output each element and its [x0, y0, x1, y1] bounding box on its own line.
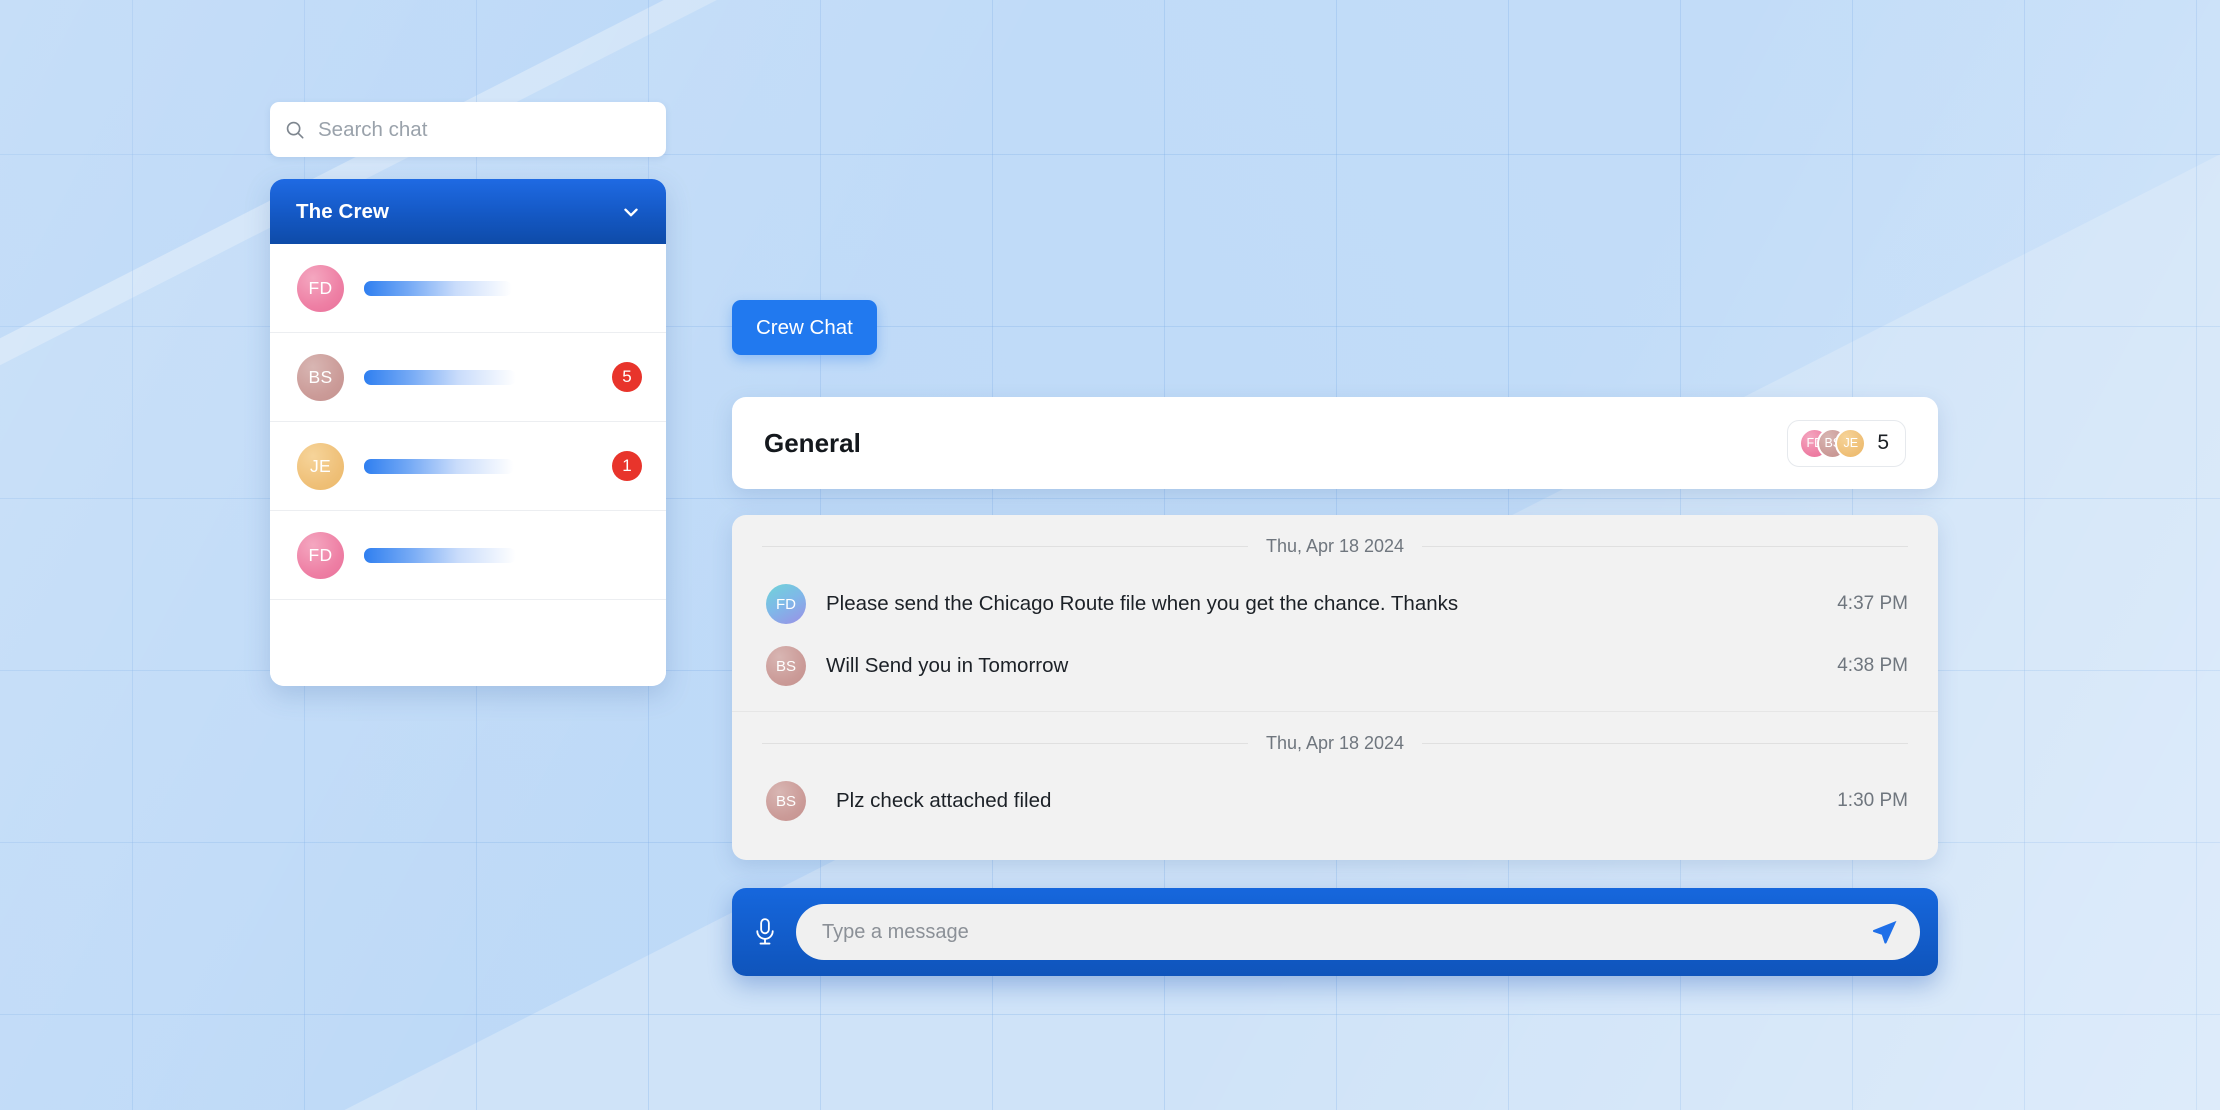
chat-preview-placeholder [364, 458, 514, 474]
message-input[interactable] [822, 920, 1870, 944]
unread-badge: 1 [612, 451, 642, 481]
chat-panel-title: The Crew [296, 199, 390, 223]
date-label: Thu, Apr 18 2024 [1265, 536, 1405, 556]
search-input[interactable] [318, 117, 652, 142]
unread-badge: 5 [612, 362, 642, 392]
message-row: BS Plz check attached filed 1:30 PM [732, 770, 1938, 832]
sidebar: The Crew FD BS 5 JE 1 FD [270, 102, 666, 686]
chat-list-empty-area [270, 600, 666, 686]
search-icon [286, 121, 304, 139]
chat-list: FD BS 5 JE 1 FD [270, 244, 666, 600]
message-timestamp: 1:30 PM [1837, 790, 1908, 811]
message-text: Plz check attached filed [836, 789, 1052, 812]
message-avatar: BS [766, 781, 806, 821]
avatar: FD [297, 264, 344, 312]
avatar-stack: FD BS JE [1799, 427, 1867, 459]
chevron-down-icon[interactable] [620, 201, 642, 223]
chat-preview-placeholder [364, 280, 512, 296]
member-pill[interactable]: FD BS JE 5 [1787, 419, 1906, 467]
message-timestamp: 4:37 PM [1837, 593, 1908, 614]
send-icon[interactable] [1870, 917, 1900, 947]
chat-list-item[interactable]: FD [270, 511, 666, 600]
chat-panel-header[interactable]: The Crew [270, 179, 666, 244]
avatar: FD [297, 531, 344, 579]
chat-list-item[interactable]: FD [270, 244, 666, 333]
divider-rule [1422, 546, 1909, 547]
chat-list-item[interactable]: BS 5 [270, 333, 666, 422]
date-label: Thu, Apr 18 2024 [1265, 733, 1405, 753]
message-text: Please send the Chicago Route file when … [826, 592, 1459, 615]
message-row: BS Will Send you in Tomorrow 4:38 PM [732, 635, 1938, 697]
date-divider: Thu, Apr 18 2024 [732, 515, 1938, 573]
composer-field[interactable] [796, 904, 1920, 960]
avatar: BS [297, 353, 344, 401]
divider-rule [762, 743, 1248, 744]
chat-preview-placeholder [364, 369, 516, 385]
message-list: Thu, Apr 18 2024 FD Please send the Chicag… [732, 515, 1938, 860]
member-count: 5 [1877, 431, 1889, 454]
microphone-icon[interactable] [752, 917, 778, 947]
tab-crew-chat[interactable]: Crew Chat [732, 300, 877, 355]
page-title: General [764, 427, 861, 458]
message-avatar: FD [766, 584, 806, 624]
message-avatar: BS [766, 646, 806, 686]
avatar: JE [297, 442, 344, 490]
member-avatar: JE [1835, 427, 1867, 459]
message-composer [732, 888, 1938, 976]
main-column: Crew Chat General FD BS JE 5 Thu, Apr 18 2… [732, 300, 1938, 976]
message-timestamp: 4:38 PM [1837, 655, 1908, 676]
message-text: Will Send you in Tomorrow [826, 654, 1069, 677]
channel-header: General FD BS JE 5 [732, 397, 1938, 489]
divider-rule [762, 546, 1248, 547]
app-root: The Crew FD BS 5 JE 1 FD Crew Chat General FD… [0, 0, 2220, 1110]
chat-list-item[interactable]: JE 1 [270, 422, 666, 511]
divider-rule [1422, 743, 1909, 744]
date-divider: Thu, Apr 18 2024 [732, 712, 1938, 770]
chat-list-panel: The Crew FD BS 5 JE 1 FD [270, 179, 666, 686]
message-row: FD Please send the Chicago Route file whe… [732, 573, 1938, 635]
chat-preview-placeholder [364, 547, 516, 563]
search-box[interactable] [270, 102, 666, 157]
